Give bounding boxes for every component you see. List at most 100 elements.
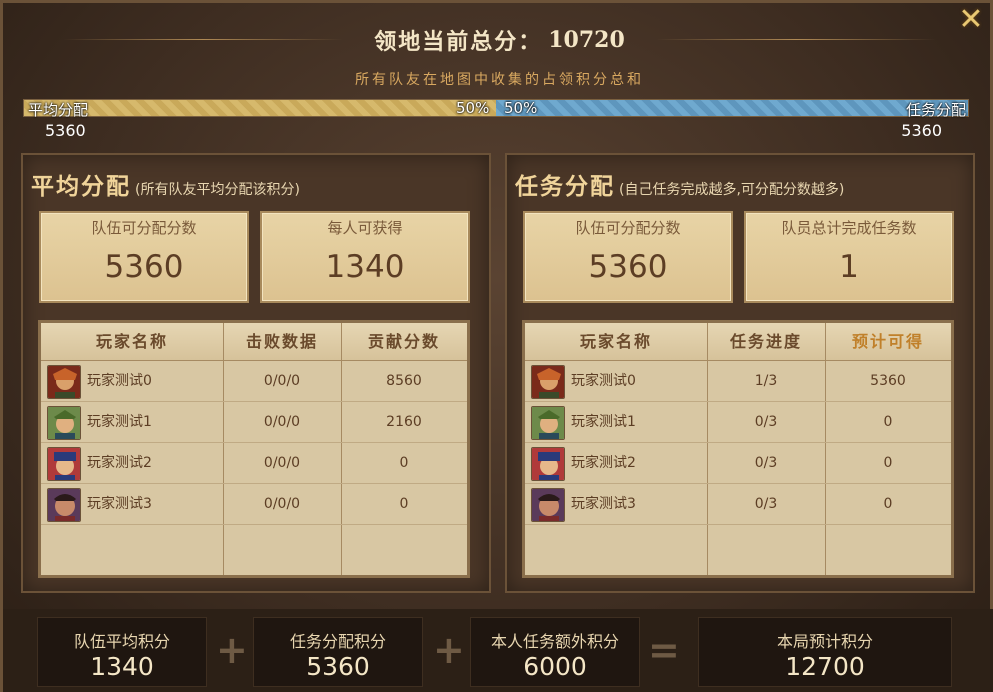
title-divider-left [63,39,343,40]
avatar [47,447,81,481]
table-row[interactable]: 玩家测试0 1/3 5360 [525,361,951,402]
contribution-score: 0 [399,455,409,471]
title-row: 领地当前总分： 10720 [3,25,993,55]
per-person-box: 每人可获得 1340 [260,211,470,303]
expected-score: 0 [883,414,893,430]
panel-title-text: 平均分配 [31,173,131,200]
summary-value: 12700 [785,652,865,681]
summary-value: 1340 [90,652,154,681]
plus-icon: + [433,628,465,672]
table-row[interactable]: 玩家测试1 0/3 0 [525,402,951,443]
defeat-stats: 0/0/0 [263,373,301,389]
table-row[interactable]: 玩家测试2 0/3 0 [525,443,951,484]
stat-value: 5360 [104,249,184,285]
avatar [531,447,565,481]
defeat-stats: 0/0/0 [263,496,301,512]
page-title-label: 领地当前总分： [374,29,543,55]
panel-note: (自己任务完成越多,可分配分数越多) [619,182,845,198]
extra-task-score: 本人任务额外积分 6000 [470,617,640,687]
stat-value: 1340 [325,249,405,285]
column-header: 贡献分数 [367,332,440,351]
panel-note: (所有队友平均分配该积分) [135,182,300,198]
table-header: 玩家名称 任务进度 预计可得 [525,323,951,361]
expected-score: 5360 [870,373,906,389]
task-allocation-score: 任务分配积分 5360 [253,617,423,687]
column-header: 任务进度 [729,332,802,351]
task-progress: 0/3 [754,414,778,430]
summary-label: 任务分配积分 [289,632,386,651]
table-row[interactable]: 玩家测试3 0/0/0 0 [41,484,467,525]
table-row[interactable]: 玩家测试1 0/0/0 2160 [41,402,467,443]
stat-label: 每人可获得 [327,219,403,237]
expected-total-score: 本局预计积分 12700 [698,617,952,687]
stat-value: 5360 [588,249,668,285]
player-name: 玩家测试1 [87,414,152,430]
stat-label: 队伍可分配分数 [91,219,197,237]
task-allocation-panel: 任务分配 (自己任务完成越多,可分配分数越多) 队伍可分配分数 5360 队员总… [505,153,975,593]
team-allocatable-box: 队伍可分配分数 5360 [523,211,733,303]
expected-score: 0 [883,455,893,471]
avatar [47,406,81,440]
column-header: 击败数据 [245,332,318,351]
avatar [47,488,81,522]
task-progress: 1/3 [754,373,778,389]
table-row[interactable]: 玩家测试0 0/0/0 8560 [41,361,467,402]
table-row[interactable]: 玩家测试3 0/3 0 [525,484,951,525]
bar-right-segment [496,100,968,116]
player-table: 玩家名称 击败数据 贡献分数 玩家测试0 0/0/0 8560 玩家测试1 0/… [38,320,470,578]
equals-icon: = [648,628,680,672]
summary-label: 本人任务额外积分 [490,632,619,651]
defeat-stats: 0/0/0 [263,414,301,430]
page-title-value: 10720 [548,27,625,53]
team-allocatable-box: 队伍可分配分数 5360 [39,211,249,303]
column-header: 预计可得 [851,332,924,351]
player-name: 玩家测试2 [571,455,636,471]
contribution-score: 2160 [386,414,422,430]
avatar [531,365,565,399]
column-header: 玩家名称 [579,332,652,351]
stat-label: 队伍可分配分数 [575,219,681,237]
bar-left-label: 平均分配 [28,101,89,119]
task-progress: 0/3 [754,496,778,512]
avatar [531,488,565,522]
table-row[interactable]: 玩家测试2 0/0/0 0 [41,443,467,484]
panel-title: 任务分配 (自己任务完成越多,可分配分数越多) [515,167,844,201]
summary-label: 队伍平均积分 [73,632,170,651]
split-progress-bar: 平均分配 50% 50% 任务分配 [23,99,969,119]
score-dialog: ✕ 领地当前总分： 10720 所有队友在地图中收集的占领积分总和 平均分配 5… [0,0,993,692]
stat-value: 1 [839,249,859,285]
stat-label: 队员总计完成任务数 [781,219,917,237]
player-name: 玩家测试1 [571,414,636,430]
tasks-completed-box: 队员总计完成任务数 1 [744,211,954,303]
summary-label: 本局预计积分 [776,632,873,651]
avatar [531,406,565,440]
player-name: 玩家测试2 [87,455,152,471]
bar-left-percent: 50% [456,99,490,117]
defeat-stats: 0/0/0 [263,455,301,471]
panel-title-text: 任务分配 [515,173,615,200]
expected-score: 0 [883,496,893,512]
summary-value: 5360 [306,652,370,681]
title-divider-right [656,39,936,40]
average-allocation-panel: 平均分配 (所有队友平均分配该积分) 队伍可分配分数 5360 每人可获得 13… [21,153,491,593]
panel-title: 平均分配 (所有队友平均分配该积分) [31,167,300,201]
bar-left-segment [24,100,496,116]
player-table: 玩家名称 任务进度 预计可得 玩家测试0 1/3 5360 玩家测试1 0/3 [522,320,954,578]
contribution-score: 0 [399,496,409,512]
subtitle: 所有队友在地图中收集的占领积分总和 [355,72,644,88]
player-name: 玩家测试3 [87,496,152,512]
player-name: 玩家测试0 [571,373,636,389]
player-name: 玩家测试3 [571,496,636,512]
table-row-empty [525,525,951,566]
table-header: 玩家名称 击败数据 贡献分数 [41,323,467,361]
bar-right-value: 5360 [901,121,942,140]
team-average-score: 队伍平均积分 1340 [37,617,207,687]
bar-right-label: 任务分配 [905,101,966,119]
table-row-empty [41,525,467,566]
player-name: 玩家测试0 [87,373,152,389]
contribution-score: 8560 [386,373,422,389]
column-header: 玩家名称 [95,332,168,351]
task-progress: 0/3 [754,455,778,471]
summary-value: 6000 [523,652,587,681]
bar-right-percent: 50% [504,99,538,117]
